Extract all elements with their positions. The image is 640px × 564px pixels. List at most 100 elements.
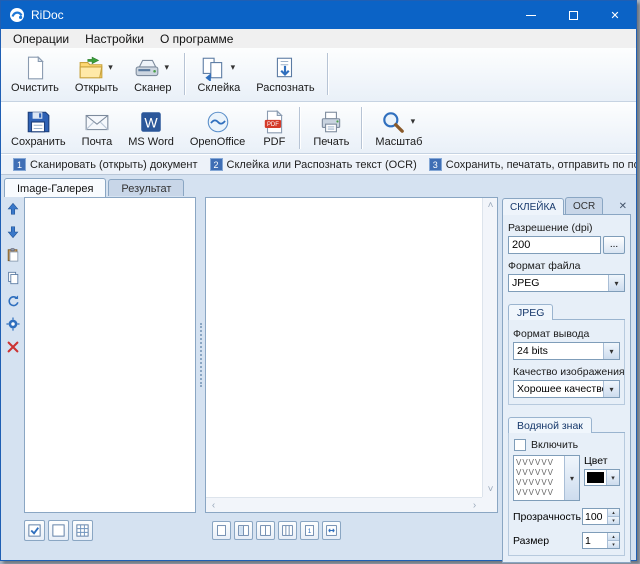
thumbnail-view-button[interactable] (72, 520, 93, 541)
watermark-pattern-select[interactable]: VVVVVV VVVVVV VVVVVV VVVVVV ▾ (513, 455, 580, 501)
menu-about[interactable]: О программе (152, 30, 241, 48)
image-gallery-list[interactable] (24, 197, 196, 513)
minimize-button[interactable] (510, 1, 552, 29)
watermark-color-select[interactable]: ▾ (584, 469, 620, 486)
maximize-button[interactable] (552, 1, 594, 29)
clear-button[interactable]: Очистить (3, 50, 67, 97)
jpeg-group-tab[interactable]: JPEG (508, 304, 553, 320)
openoffice-icon (205, 109, 231, 135)
tab-ocr[interactable]: OCR (565, 197, 603, 214)
size-spinner[interactable]: ▴ ▾ (582, 532, 620, 549)
rotate-button[interactable] (4, 292, 22, 310)
deselect-all-button[interactable] (48, 520, 69, 541)
gallery-tab-bar: Image-Галерея Результат (1, 175, 636, 196)
layout-two-pages-alt-icon (259, 524, 272, 537)
spin-down-icon[interactable]: ▾ (608, 540, 619, 548)
layout-three-pages-icon (281, 524, 294, 537)
tab-result[interactable]: Результат (108, 179, 184, 196)
layout-three-pages-button[interactable] (278, 521, 297, 540)
menu-settings[interactable]: Настройки (77, 30, 152, 48)
layout-fit-width-button[interactable] (322, 521, 341, 540)
copy-page-button[interactable] (4, 269, 22, 287)
hint-step-1: 1 Сканировать (открыть) документ (7, 158, 204, 171)
panel-close-button[interactable]: ✕ (615, 199, 631, 214)
settings-panel-body: Разрешение (dpi) ... Формат файла JPEG ▾… (502, 214, 631, 563)
size-label: Размер (513, 535, 549, 547)
select-all-button[interactable] (24, 520, 45, 541)
spin-up-icon[interactable]: ▴ (608, 509, 619, 516)
svg-text:W: W (144, 114, 158, 130)
move-down-button[interactable] (4, 223, 22, 241)
scroll-left-icon[interactable]: ‹ (206, 498, 221, 513)
settings-panel: СКЛЕЙКА OCR ✕ Разрешение (dpi) ... Форма… (502, 197, 631, 546)
output-format-select[interactable]: 24 bits ▾ (513, 342, 620, 360)
scanner-dropdown-arrow[interactable]: ▾ (162, 62, 171, 73)
openoffice-button[interactable]: OpenOffice (182, 104, 253, 151)
chevron-down-icon[interactable]: ▾ (608, 275, 624, 291)
close-icon: ✕ (610, 9, 619, 22)
print-button[interactable]: Печать (305, 104, 357, 151)
chevron-down-icon[interactable]: ▾ (564, 456, 579, 500)
preview-horizontal-scrollbar[interactable]: ‹ › (206, 497, 482, 512)
move-down-icon (6, 225, 20, 239)
pdf-button[interactable]: PDF PDF (253, 104, 295, 151)
paste-button[interactable] (4, 246, 22, 264)
layout-actual-size-button[interactable]: 1 (300, 521, 319, 540)
mail-button[interactable]: Почта (74, 104, 121, 151)
watermark-group-header: Водяной знак (508, 417, 625, 433)
save-button[interactable]: Сохранить (3, 104, 74, 151)
hint-step-2: 2 Склейка или Распознать текст (OCR) (204, 158, 423, 171)
transparency-input[interactable] (583, 509, 607, 524)
jpeg-group-header: JPEG (508, 304, 625, 320)
toolbar-top: Очистить ▾ Открыть ▾ (1, 48, 636, 102)
zoom-dropdown-arrow[interactable]: ▾ (408, 116, 417, 127)
watermark-enable-checkbox[interactable] (514, 439, 526, 451)
menu-operations[interactable]: Операции (5, 30, 77, 48)
file-format-select[interactable]: JPEG ▾ (508, 274, 625, 292)
chevron-down-icon[interactable]: ▾ (603, 343, 619, 359)
msword-button[interactable]: W MS Word (120, 104, 182, 151)
delete-button[interactable] (4, 338, 22, 356)
tab-image-gallery[interactable]: Image-Галерея (4, 178, 106, 197)
menu-bar: Операции Настройки О программе (1, 29, 636, 48)
panel-splitter[interactable] (196, 197, 205, 513)
resolution-input[interactable] (508, 236, 601, 254)
close-button[interactable]: ✕ (594, 1, 636, 29)
merge-dropdown-arrow[interactable]: ▾ (228, 62, 237, 73)
resolution-browse-button[interactable]: ... (603, 236, 625, 254)
app-logo-icon (9, 7, 25, 23)
scanner-button[interactable]: ▾ Сканер (126, 50, 179, 97)
zoom-button[interactable]: ▾ Масштаб (367, 104, 430, 151)
open-dropdown-arrow[interactable]: ▾ (106, 62, 115, 73)
chevron-down-icon[interactable]: ▾ (603, 381, 619, 397)
layout-two-pages-button[interactable] (234, 521, 253, 540)
toolbar-bottom: Сохранить Почта W MS Word (1, 102, 636, 154)
scroll-right-icon[interactable]: › (467, 498, 482, 513)
layout-single-button[interactable] (212, 521, 231, 540)
preview-vertical-scrollbar[interactable]: ˄ ˅ (482, 198, 497, 497)
svg-text:1: 1 (308, 528, 312, 535)
scroll-up-icon[interactable]: ˄ (483, 198, 498, 213)
transparency-spinner[interactable]: ▴ ▾ (582, 508, 620, 525)
splitter-handle-icon (200, 323, 202, 387)
quality-select[interactable]: Хорошее качество ▾ (513, 380, 620, 398)
open-button[interactable]: ▾ Открыть (67, 50, 126, 97)
rotate-icon (6, 294, 20, 308)
merge-button[interactable]: ▾ Склейка (190, 50, 249, 97)
move-up-button[interactable] (4, 200, 22, 218)
chevron-down-icon[interactable]: ▾ (606, 470, 619, 485)
open-icon (78, 55, 104, 81)
window-title: RiDoc (31, 8, 64, 22)
preview-area[interactable]: ˄ ˅ ‹ › (205, 197, 498, 513)
output-format-label: Формат вывода (513, 328, 620, 340)
scroll-down-icon[interactable]: ˅ (483, 482, 498, 497)
size-input[interactable] (583, 533, 607, 548)
layout-two-pages-alt-button[interactable] (256, 521, 275, 540)
spin-down-icon[interactable]: ▾ (608, 516, 619, 524)
tab-skleyka[interactable]: СКЛЕЙКА (502, 198, 564, 215)
watermark-group-tab[interactable]: Водяной знак (508, 417, 592, 433)
spin-up-icon[interactable]: ▴ (608, 533, 619, 540)
recognize-button[interactable]: Распознать (248, 50, 322, 97)
toolbar-separator (184, 53, 186, 95)
color-adjust-button[interactable] (4, 315, 22, 333)
